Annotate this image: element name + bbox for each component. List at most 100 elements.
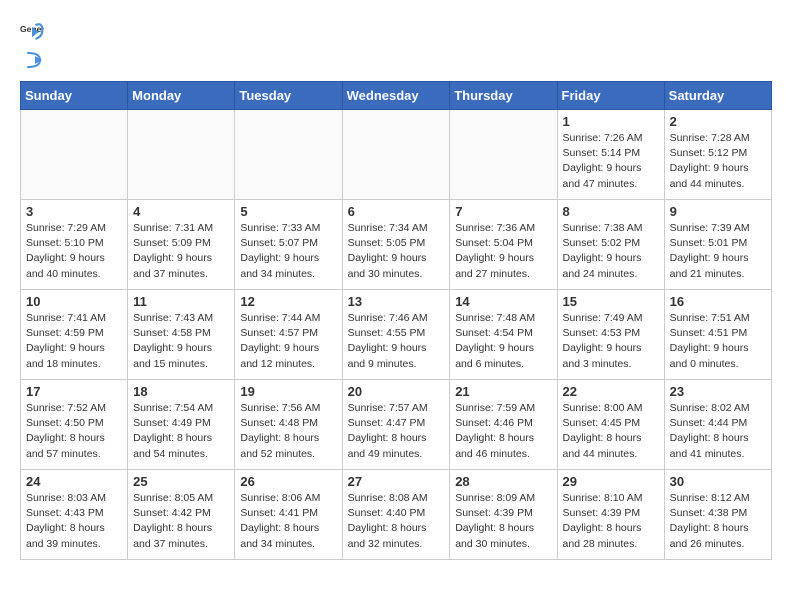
day-number: 27 [348, 474, 445, 489]
day-info: Sunrise: 7:49 AMSunset: 4:53 PMDaylight:… [563, 311, 659, 372]
calendar-cell [128, 110, 235, 200]
day-number: 12 [240, 294, 336, 309]
day-number: 16 [670, 294, 766, 309]
calendar-cell: 8 Sunrise: 7:38 AMSunset: 5:02 PMDaylight… [557, 200, 664, 290]
day-info: Sunrise: 7:44 AMSunset: 4:57 PMDaylight:… [240, 311, 336, 372]
calendar-cell [21, 110, 128, 200]
day-number: 30 [670, 474, 766, 489]
day-number: 22 [563, 384, 659, 399]
weekday-header-monday: Monday [128, 82, 235, 110]
weekday-header-friday: Friday [557, 82, 664, 110]
calendar-cell: 28 Sunrise: 8:09 AMSunset: 4:39 PMDayligh… [450, 470, 557, 560]
weekday-header-saturday: Saturday [664, 82, 771, 110]
calendar-cell: 11 Sunrise: 7:43 AMSunset: 4:58 PMDayligh… [128, 290, 235, 380]
week-row-0: 1Sunrise: 7:26 AMSunset: 5:14 PMDaylight… [21, 110, 772, 200]
calendar-cell: 2 Sunrise: 7:28 AMSunset: 5:12 PMDaylight… [664, 110, 771, 200]
calendar-cell: 23 Sunrise: 8:02 AMSunset: 4:44 PMDayligh… [664, 380, 771, 470]
calendar-cell: 17 Sunrise: 7:52 AMSunset: 4:50 PMDayligh… [21, 380, 128, 470]
day-number: 13 [348, 294, 445, 309]
day-info: Sunrise: 7:28 AMSunset: 5:12 PMDaylight:… [670, 131, 766, 192]
calendar-cell: 19 Sunrise: 7:56 AMSunset: 4:48 PMDayligh… [235, 380, 342, 470]
day-number: 6 [348, 204, 445, 219]
week-row-1: 3 Sunrise: 7:29 AMSunset: 5:10 PMDaylight… [21, 200, 772, 290]
day-number: 26 [240, 474, 336, 489]
day-number: 3 [26, 204, 122, 219]
weekday-header-thursday: Thursday [450, 82, 557, 110]
weekday-header-tuesday: Tuesday [235, 82, 342, 110]
day-info: Sunrise: 7:39 AMSunset: 5:01 PMDaylight:… [670, 221, 766, 282]
calendar-cell: 25 Sunrise: 8:05 AMSunset: 4:42 PMDayligh… [128, 470, 235, 560]
day-number: 19 [240, 384, 336, 399]
week-row-4: 24Sunrise: 8:03 AMSunset: 4:43 PMDayligh… [21, 470, 772, 560]
calendar-cell: 30 Sunrise: 8:12 AMSunset: 4:38 PMDayligh… [664, 470, 771, 560]
day-info: Sunrise: 7:38 AMSunset: 5:02 PMDaylight:… [563, 221, 659, 282]
calendar-cell: 20Sunrise: 7:57 AMSunset: 4:47 PMDayligh… [342, 380, 450, 470]
day-number: 1 [563, 114, 659, 129]
day-number: 8 [563, 204, 659, 219]
day-number: 4 [133, 204, 229, 219]
day-info: Sunrise: 7:56 AMSunset: 4:48 PMDaylight:… [240, 401, 336, 462]
calendar-cell: 7Sunrise: 7:36 AMSunset: 5:04 PMDaylight… [450, 200, 557, 290]
calendar-cell: 5 Sunrise: 7:33 AMSunset: 5:07 PMDaylight… [235, 200, 342, 290]
day-info: Sunrise: 8:09 AMSunset: 4:39 PMDaylight:… [455, 491, 551, 552]
day-number: 5 [240, 204, 336, 219]
day-number: 18 [133, 384, 229, 399]
calendar-cell: 29Sunrise: 8:10 AMSunset: 4:39 PMDayligh… [557, 470, 664, 560]
day-number: 2 [670, 114, 766, 129]
day-info: Sunrise: 8:06 AMSunset: 4:41 PMDaylight:… [240, 491, 336, 552]
day-number: 15 [563, 294, 659, 309]
logo: General [20, 20, 46, 71]
calendar-cell: 27 Sunrise: 8:08 AMSunset: 4:40 PMDayligh… [342, 470, 450, 560]
calendar-cell: 16 Sunrise: 7:51 AMSunset: 4:51 PMDayligh… [664, 290, 771, 380]
calendar-cell: 26 Sunrise: 8:06 AMSunset: 4:41 PMDayligh… [235, 470, 342, 560]
calendar-table: SundayMondayTuesdayWednesdayThursdayFrid… [20, 81, 772, 560]
calendar-cell: 4 Sunrise: 7:31 AMSunset: 5:09 PMDaylight… [128, 200, 235, 290]
day-number: 23 [670, 384, 766, 399]
day-number: 9 [670, 204, 766, 219]
weekday-header-row: SundayMondayTuesdayWednesdayThursdayFrid… [21, 82, 772, 110]
day-number: 20 [348, 384, 445, 399]
day-info: Sunrise: 8:05 AMSunset: 4:42 PMDaylight:… [133, 491, 229, 552]
calendar-cell: 13Sunrise: 7:46 AMSunset: 4:55 PMDayligh… [342, 290, 450, 380]
day-number: 24 [26, 474, 122, 489]
calendar-cell: 21 Sunrise: 7:59 AMSunset: 4:46 PMDayligh… [450, 380, 557, 470]
week-row-2: 10 Sunrise: 7:41 AMSunset: 4:59 PMDayligh… [21, 290, 772, 380]
day-info: Sunrise: 7:33 AMSunset: 5:07 PMDaylight:… [240, 221, 336, 282]
calendar-cell [235, 110, 342, 200]
day-number: 28 [455, 474, 551, 489]
day-info: Sunrise: 8:02 AMSunset: 4:44 PMDaylight:… [670, 401, 766, 462]
day-info: Sunrise: 7:41 AMSunset: 4:59 PMDaylight:… [26, 311, 122, 372]
calendar-cell: 3 Sunrise: 7:29 AMSunset: 5:10 PMDaylight… [21, 200, 128, 290]
day-info: Sunrise: 7:52 AMSunset: 4:50 PMDaylight:… [26, 401, 122, 462]
calendar-cell: 1Sunrise: 7:26 AMSunset: 5:14 PMDaylight… [557, 110, 664, 200]
logo-arrow-icon [22, 49, 44, 71]
calendar-cell: 15 Sunrise: 7:49 AMSunset: 4:53 PMDayligh… [557, 290, 664, 380]
day-number: 25 [133, 474, 229, 489]
day-info: Sunrise: 8:10 AMSunset: 4:39 PMDaylight:… [563, 491, 659, 552]
day-info: Sunrise: 7:54 AMSunset: 4:49 PMDaylight:… [133, 401, 229, 462]
calendar-cell: 10 Sunrise: 7:41 AMSunset: 4:59 PMDayligh… [21, 290, 128, 380]
calendar-cell: 22 Sunrise: 8:00 AMSunset: 4:45 PMDayligh… [557, 380, 664, 470]
logo-icon: General [20, 20, 44, 44]
header: General [20, 20, 772, 71]
day-info: Sunrise: 7:51 AMSunset: 4:51 PMDaylight:… [670, 311, 766, 372]
day-info: Sunrise: 7:29 AMSunset: 5:10 PMDaylight:… [26, 221, 122, 282]
day-info: Sunrise: 7:34 AMSunset: 5:05 PMDaylight:… [348, 221, 445, 282]
day-number: 11 [133, 294, 229, 309]
day-number: 21 [455, 384, 551, 399]
calendar-cell: 14Sunrise: 7:48 AMSunset: 4:54 PMDayligh… [450, 290, 557, 380]
day-info: Sunrise: 7:59 AMSunset: 4:46 PMDaylight:… [455, 401, 551, 462]
day-number: 10 [26, 294, 122, 309]
calendar-cell: 12 Sunrise: 7:44 AMSunset: 4:57 PMDayligh… [235, 290, 342, 380]
day-info: Sunrise: 7:31 AMSunset: 5:09 PMDaylight:… [133, 221, 229, 282]
day-number: 7 [455, 204, 551, 219]
calendar-cell: 18 Sunrise: 7:54 AMSunset: 4:49 PMDayligh… [128, 380, 235, 470]
day-number: 14 [455, 294, 551, 309]
day-number: 17 [26, 384, 122, 399]
day-info: Sunrise: 8:08 AMSunset: 4:40 PMDaylight:… [348, 491, 445, 552]
day-info: Sunrise: 8:12 AMSunset: 4:38 PMDaylight:… [670, 491, 766, 552]
calendar-cell [450, 110, 557, 200]
day-info: Sunrise: 7:43 AMSunset: 4:58 PMDaylight:… [133, 311, 229, 372]
day-info: Sunrise: 8:00 AMSunset: 4:45 PMDaylight:… [563, 401, 659, 462]
calendar-cell: 9 Sunrise: 7:39 AMSunset: 5:01 PMDaylight… [664, 200, 771, 290]
